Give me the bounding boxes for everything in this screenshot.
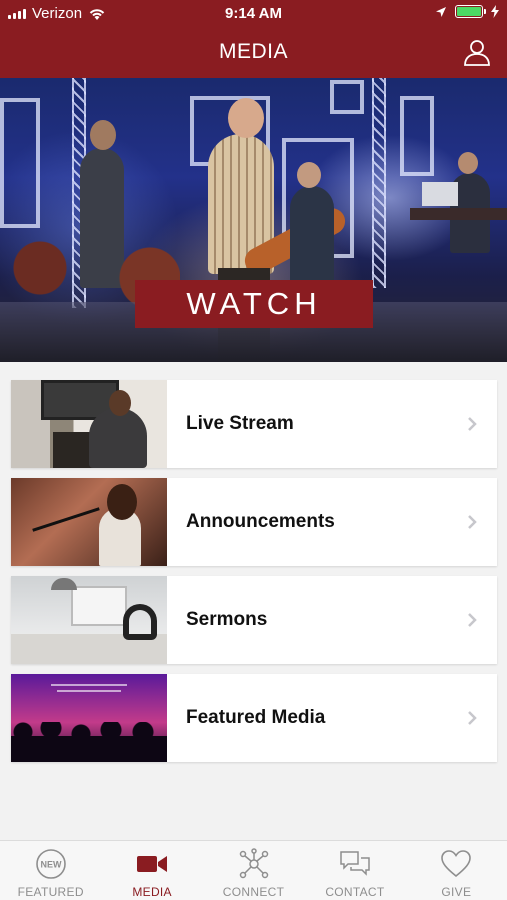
drummer-head [90, 120, 116, 150]
keyboard [410, 208, 507, 220]
featured-media-thumbnail [11, 674, 167, 762]
bassist-head [297, 162, 321, 188]
keyboardist-head [458, 152, 478, 174]
sermons-thumbnail [11, 576, 167, 664]
tab-label: CONNECT [222, 885, 285, 899]
screen-text [57, 690, 121, 692]
chevron-right-icon [468, 711, 477, 725]
tab-bar: NEW FEATURED MEDIA CONNECT CONTACT GIVE [0, 840, 507, 900]
list-item-sermons[interactable]: Sermons [11, 576, 497, 664]
page-title: MEDIA [218, 40, 288, 63]
list-item-label: Live Stream [186, 413, 294, 434]
tab-give[interactable]: GIVE [406, 841, 507, 900]
chevron-right-icon [468, 417, 477, 431]
new-badge-icon-svg: NEW [35, 849, 66, 879]
chat-bubbles-icon [338, 847, 372, 881]
headphones [123, 604, 157, 640]
lamp [51, 578, 77, 590]
new-badge-icon: NEW [34, 847, 68, 881]
video-camera-icon [135, 847, 169, 881]
user-profile-icon[interactable] [463, 38, 491, 66]
hero-banner: WATCH [0, 78, 507, 362]
list-item-live-stream[interactable]: Live Stream [11, 380, 497, 468]
announcements-thumbnail [11, 478, 167, 566]
location-arrow-icon [436, 6, 446, 17]
tab-label: MEDIA [132, 885, 172, 899]
person-head [109, 390, 131, 416]
crowd-silhouette [11, 722, 167, 762]
laptop [422, 182, 458, 206]
tab-connect[interactable]: CONNECT [203, 841, 304, 900]
list-item-label: Featured Media [186, 707, 326, 728]
tab-contact[interactable]: CONTACT [304, 841, 405, 900]
nav-bar: MEDIA [0, 28, 507, 78]
battery-level [457, 7, 481, 16]
stage-frame [400, 96, 434, 176]
guitarist-head [228, 98, 264, 138]
tab-label: CONTACT [325, 885, 385, 899]
heart-icon [439, 847, 473, 881]
status-bar: Verizon 9:14 AM [0, 0, 507, 28]
status-right [435, 5, 499, 18]
list-item-announcements[interactable]: Announcements [11, 478, 497, 566]
watch-button[interactable]: WATCH [135, 280, 373, 328]
battery-icon [455, 5, 486, 18]
person-figure [89, 408, 147, 468]
bassist [290, 186, 334, 286]
mic-stand [32, 507, 100, 532]
tab-label: FEATURED [17, 885, 84, 899]
list-item-label: Sermons [186, 609, 268, 630]
list-item-featured-media[interactable]: Featured Media [11, 674, 497, 762]
singer-hair [107, 484, 137, 520]
stage-frame [0, 98, 40, 228]
screen-text [51, 684, 127, 686]
monitor [71, 586, 127, 626]
stage-frame [330, 80, 364, 114]
fireplace [53, 432, 93, 468]
charging-bolt-icon [491, 5, 499, 18]
new-badge-text: NEW [40, 860, 62, 870]
tab-label: GIVE [441, 885, 472, 899]
list-item-label: Announcements [186, 511, 335, 532]
live-stream-thumbnail [11, 380, 167, 468]
status-time: 9:14 AM [225, 5, 282, 22]
tab-media[interactable]: MEDIA [101, 841, 202, 900]
stage-truss-right [372, 78, 386, 288]
network-icon [237, 847, 271, 881]
chevron-right-icon [468, 613, 477, 627]
chevron-right-icon [468, 515, 477, 529]
media-list: Live Stream Announcements Sermons Featur… [11, 380, 497, 772]
tab-featured[interactable]: NEW FEATURED [0, 841, 101, 900]
